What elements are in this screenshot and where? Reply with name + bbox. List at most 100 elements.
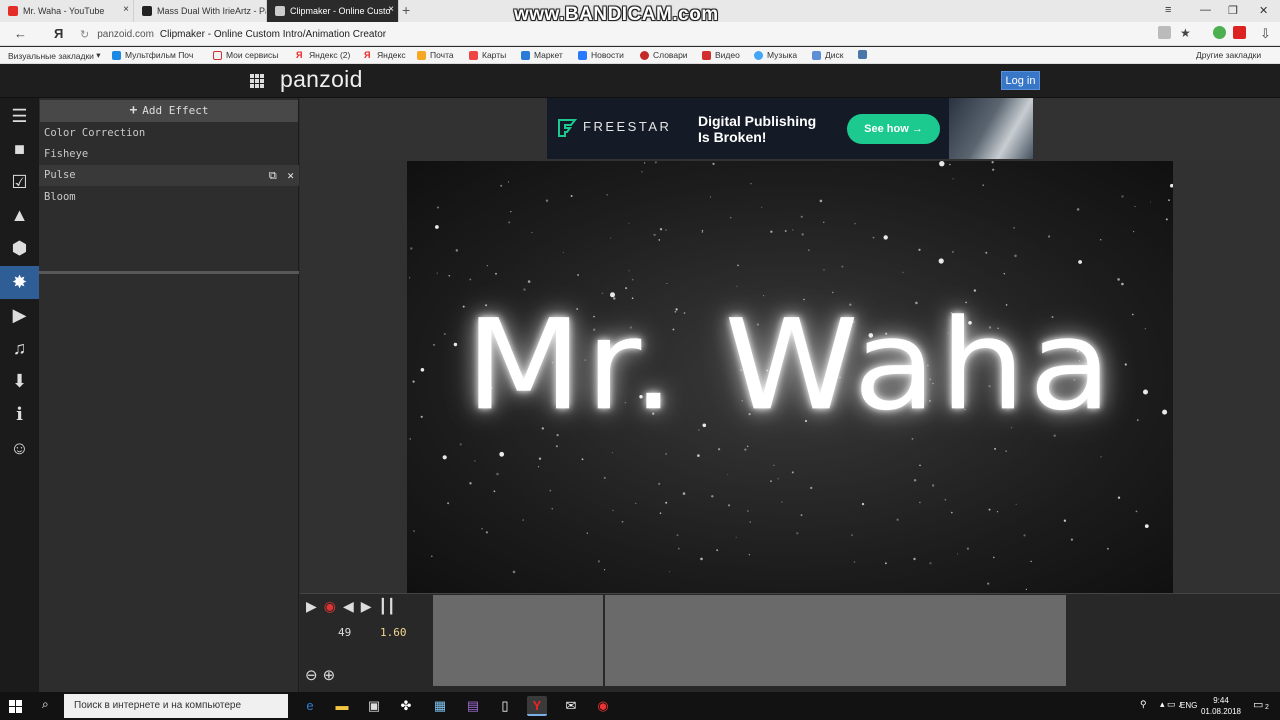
effect-item[interactable]: Bloom — [39, 187, 299, 208]
star — [437, 206, 439, 209]
yandex-browser-icon[interactable]: Y — [527, 696, 547, 716]
zoom-out-icon[interactable]: ⊖ — [305, 666, 318, 684]
panzoid-logo[interactable]: panzoid — [280, 66, 363, 93]
bookmarks-menu-icon[interactable]: ≡ — [1165, 4, 1171, 16]
folder-icon[interactable]: ■ — [0, 133, 39, 166]
star — [665, 453, 667, 455]
effect-item[interactable]: Color Correction — [39, 123, 299, 144]
bookmark-item[interactable]: Мои сервисы — [213, 50, 278, 60]
extension-icon[interactable] — [1213, 26, 1226, 39]
star — [666, 283, 668, 284]
notifications-icon[interactable]: ▭ — [1253, 698, 1263, 711]
restore-icon[interactable]: ❐ — [1228, 4, 1238, 17]
ad-banner[interactable]: FREESTAR Digital Publishing Is Broken! S… — [547, 98, 1033, 159]
login-button[interactable]: Log in — [1001, 71, 1040, 90]
mail-icon[interactable]: ✉ — [561, 696, 581, 716]
download-icon[interactable]: ⇩ — [1260, 26, 1271, 42]
people-icon[interactable]: ⚲ — [1140, 699, 1147, 710]
star — [987, 582, 990, 585]
extension-icon[interactable] — [1233, 26, 1246, 39]
star — [949, 163, 951, 166]
cube-icon[interactable]: ⬢ — [0, 232, 39, 265]
close-icon[interactable]: × — [388, 4, 394, 15]
bookmark-item[interactable]: Видео — [702, 50, 740, 60]
star — [481, 527, 483, 530]
file-explorer-icon[interactable]: ▬ — [332, 696, 352, 716]
duplicate-icon[interactable]: ⧉ — [269, 169, 277, 182]
bookmark-item[interactable]: Я Яндекс (2) — [296, 50, 350, 60]
add-effect-button[interactable]: + Add Effect — [40, 100, 298, 122]
image-icon[interactable]: ▲ — [0, 199, 39, 232]
bandicam-icon[interactable]: ◉ — [593, 696, 613, 716]
delete-icon[interactable]: ✕ — [287, 169, 294, 182]
bookmark-item[interactable]: Мультфильм Поч — [112, 50, 193, 60]
tab-clipmaker[interactable]: Clipmaker - Online Custo × — [267, 0, 399, 22]
tool-rail: ☰ ■ ☑ ▲ ⬢ ✸ ▶ ♫ ⬇ i ☺ — [0, 98, 39, 692]
yandex-icon: Я — [296, 49, 303, 60]
effect-label: Pulse — [44, 169, 76, 181]
music-note-icon[interactable]: ♫ — [0, 332, 39, 365]
windows-start-icon[interactable] — [9, 700, 22, 713]
timeline-track[interactable] — [605, 595, 1066, 686]
star — [495, 272, 497, 275]
timeline-track[interactable] — [433, 595, 603, 686]
bookmark-item[interactable]: Музыка — [754, 50, 797, 60]
media-icon[interactable]: ▤ — [463, 696, 483, 716]
tab-mass-dual[interactable]: Mass Dual With IrieArtz - Pa — [134, 0, 267, 22]
document-icon[interactable]: ▯ — [495, 696, 515, 716]
new-tab-icon[interactable]: + — [402, 2, 410, 18]
bookmark-item[interactable]: Словари — [640, 50, 688, 60]
play-icon[interactable]: ▶ — [306, 598, 317, 615]
bookmark-item[interactable]: Визуальные закладки ▾ — [8, 50, 101, 61]
effect-item[interactable]: Fisheye — [39, 144, 299, 165]
bookmark-item[interactable]: Почта — [417, 50, 454, 60]
bookmark-item[interactable]: Новости — [578, 50, 624, 60]
star — [727, 504, 731, 507]
window-close-icon[interactable]: ✕ — [1259, 4, 1268, 17]
bookmark-item[interactable]: Маркет — [521, 50, 563, 60]
store-icon[interactable]: ▣ — [364, 696, 384, 716]
download-icon[interactable]: ⬇ — [0, 365, 39, 398]
app-icon[interactable]: ✤ — [396, 696, 416, 716]
volume-icon[interactable]: ◀ — [343, 598, 354, 615]
search-icon[interactable]: ⌕ — [42, 697, 49, 712]
camera-icon[interactable]: ▶ — [0, 299, 39, 332]
star — [801, 233, 804, 236]
eye-icon[interactable]: ◉ — [324, 598, 336, 615]
yandex-icon[interactable]: Я — [54, 26, 63, 41]
smiley-icon[interactable]: ☺ — [0, 432, 39, 465]
edge-icon[interactable]: e — [300, 696, 320, 716]
reader-mode-icon[interactable] — [1158, 26, 1171, 39]
star — [810, 486, 813, 490]
star-icon[interactable]: ★ — [1180, 26, 1191, 40]
bookmark-item[interactable]: Карты — [469, 50, 506, 60]
checkbox-icon[interactable]: ☑ — [0, 166, 39, 199]
url-field[interactable]: ↻ panzoid.com Clipmaker - Online Custom … — [80, 25, 1180, 43]
step-forward-icon[interactable]: ▶ — [361, 598, 372, 615]
back-arrow-icon[interactable]: ← — [14, 26, 27, 41]
taskbar-search-input[interactable]: Поиск в интернете и на компьютере — [64, 694, 288, 718]
ad-cta-button[interactable]: See how → — [847, 114, 940, 144]
bookmark-item[interactable] — [858, 50, 871, 59]
reload-icon[interactable]: ↻ — [80, 28, 89, 41]
bookmark-item[interactable]: Я Яндекс — [364, 50, 406, 60]
bookmark-item[interactable]: Диск — [812, 50, 843, 60]
star — [1005, 450, 1007, 452]
preview-canvas[interactable]: Mr. Waha — [407, 161, 1173, 593]
tab-youtube[interactable]: Mr. Waha - YouTube × — [0, 0, 134, 22]
panel-resize-handle[interactable] — [39, 271, 299, 274]
effect-item-selected[interactable]: Pulse ⧉ ✕ — [39, 165, 299, 186]
clock[interactable]: 9:44 01.08.2018 — [1196, 695, 1246, 717]
apps-grid-icon[interactable] — [250, 74, 264, 88]
language-indicator[interactable]: ENG — [1180, 701, 1197, 710]
waveform-icon[interactable]: ┃┃ — [379, 598, 396, 615]
menu-icon[interactable]: ☰ — [0, 100, 39, 133]
info-icon[interactable]: i — [0, 398, 39, 431]
minimize-icon[interactable]: — — [1200, 4, 1211, 16]
other-bookmarks[interactable]: Другие закладки — [1196, 50, 1261, 60]
effects-icon[interactable]: ✸ — [0, 266, 39, 299]
zoom-in-icon[interactable]: ⊕ — [323, 666, 336, 684]
photos-icon[interactable]: ▦ — [430, 696, 450, 716]
star — [459, 443, 462, 446]
close-icon[interactable]: × — [123, 4, 129, 15]
